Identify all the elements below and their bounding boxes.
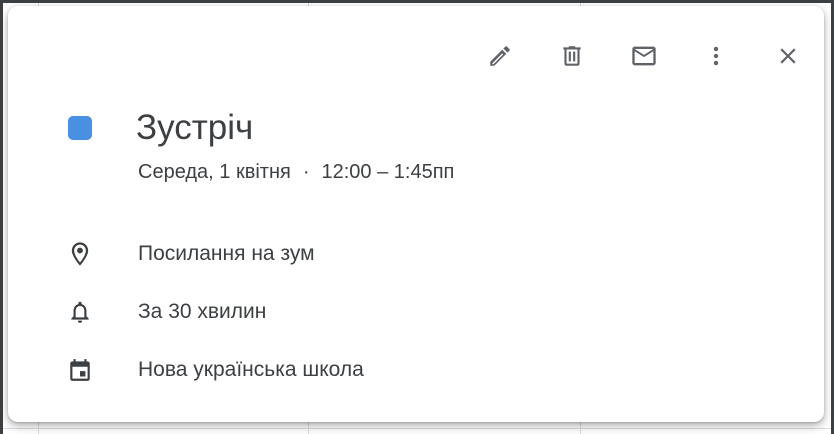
edit-event-button[interactable] <box>480 36 520 76</box>
location-pin-icon <box>71 242 89 266</box>
close-button[interactable] <box>768 36 808 76</box>
trash-icon <box>563 46 581 66</box>
pencil-icon <box>490 46 510 66</box>
bell-icon <box>71 301 89 323</box>
calendar-icon <box>70 359 90 381</box>
close-icon <box>780 48 796 64</box>
window-frame <box>0 0 834 3</box>
more-options-button[interactable] <box>696 36 736 76</box>
event-calendar-name: Нова українська школа <box>138 358 364 381</box>
event-date: Середа, 1 квітня <box>138 161 291 183</box>
email-guests-button[interactable] <box>624 36 664 76</box>
event-color-indicator <box>66 114 94 142</box>
more-vert-icon <box>713 46 719 66</box>
event-time: 12:00 – 1:45пп <box>321 161 455 183</box>
calendar-screen: Зустріч Середа, 1 квітня · 12:00 – 1:45пп … <box>0 0 834 434</box>
event-reminder: За 30 хвилин <box>138 300 267 323</box>
grid-line <box>0 428 834 429</box>
reminder-icon-wrap <box>66 298 94 326</box>
event-location-link[interactable]: Посилання на зум <box>138 242 315 266</box>
event-details-popup: Зустріч Середа, 1 квітня · 12:00 – 1:45пп … <box>8 6 824 422</box>
window-frame <box>0 0 3 434</box>
delete-event-button[interactable] <box>552 36 592 76</box>
event-datetime: Середа, 1 квітня · 12:00 – 1:45пп <box>138 161 454 184</box>
calendar-icon-wrap <box>66 356 94 384</box>
location-icon-wrap <box>66 240 94 268</box>
mail-icon <box>632 46 656 66</box>
event-color-chip <box>68 116 92 140</box>
popup-toolbar <box>448 36 808 76</box>
date-time-separator: · <box>302 161 310 183</box>
event-title: Зустріч <box>136 108 254 147</box>
